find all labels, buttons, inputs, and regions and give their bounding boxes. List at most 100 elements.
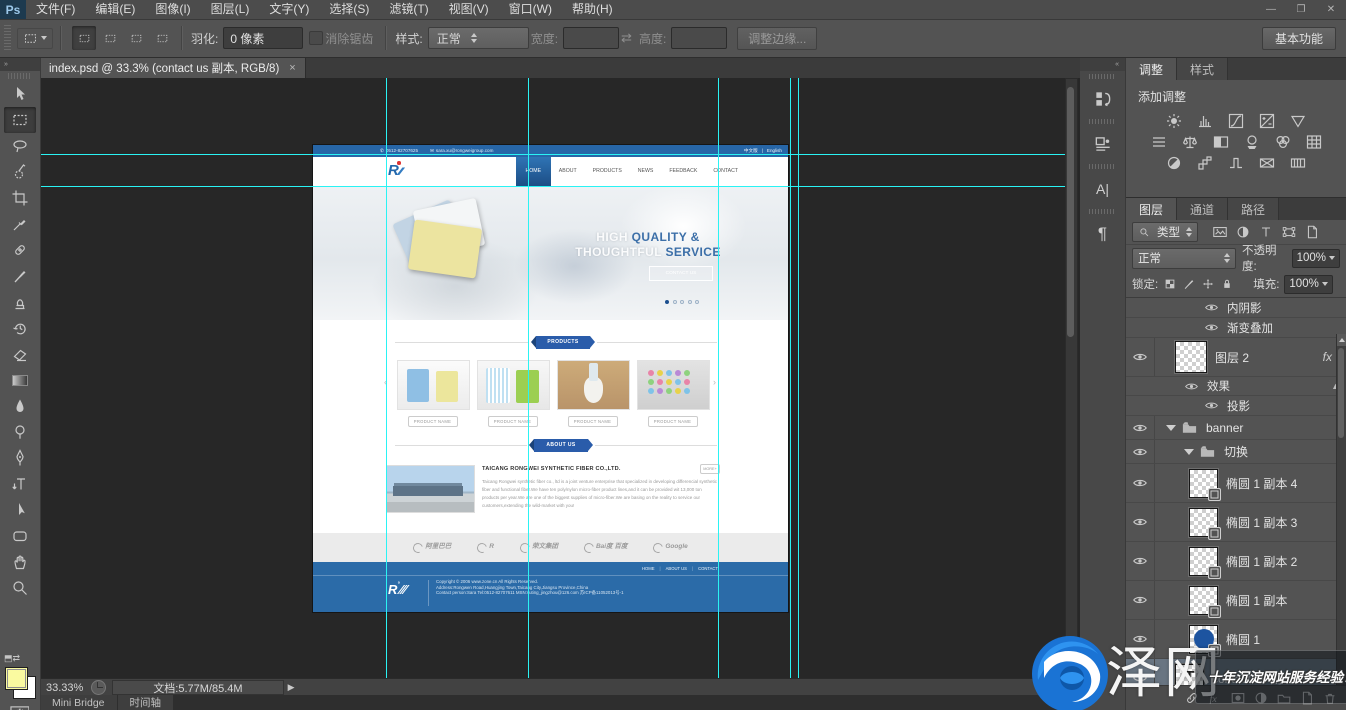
about-more-button[interactable]: MORE+ — [700, 464, 720, 474]
banner-contact-button[interactable]: CONTACT US — [649, 266, 713, 281]
fx-badge[interactable]: fx — [1323, 350, 1332, 364]
history-brush-tool[interactable] — [4, 315, 36, 341]
crop-tool[interactable] — [4, 185, 36, 211]
blend-mode-dropdown[interactable]: 正常 — [1132, 248, 1236, 269]
lock-cross4-button[interactable] — [1201, 277, 1215, 291]
adjustment-bw-button[interactable] — [1210, 133, 1232, 151]
feather-input[interactable]: 0 像素 — [223, 27, 303, 49]
document-canvas[interactable]: ✆ 0512-82707625 ✉ sara.xu@rongweigroup.c… — [313, 145, 788, 612]
site-nav-item[interactable]: NEWS — [630, 168, 662, 175]
filter-T-button[interactable] — [1258, 224, 1274, 240]
history-panel-icon[interactable] — [1080, 82, 1125, 116]
site-nav-item[interactable]: FEEDBACK — [661, 168, 705, 175]
layers-footer-page-button[interactable] — [1299, 690, 1315, 706]
layer-effects-header[interactable]: 效果 ▲ — [1126, 377, 1346, 396]
visibility-toggle[interactable] — [1126, 464, 1155, 502]
layer-row[interactable]: 椭圆 1 — [1126, 620, 1346, 659]
guide-horizontal[interactable] — [40, 186, 1065, 187]
adjustment-invert-button[interactable] — [1163, 154, 1185, 172]
layer-row[interactable]: 椭圆 1 副本 4 — [1126, 464, 1346, 503]
tools-collapse-icon[interactable]: » — [0, 58, 40, 71]
menu-选择(S)[interactable]: 选择(S) — [319, 0, 379, 19]
menu-滤镜(T)[interactable]: 滤镜(T) — [379, 0, 438, 19]
move-tool[interactable] — [4, 81, 36, 107]
character-panel-icon[interactable]: A| — [1080, 172, 1125, 206]
menu-文字(Y)[interactable]: 文字(Y) — [259, 0, 319, 19]
lock-lock-button[interactable] — [1220, 277, 1234, 291]
guide-vertical[interactable] — [798, 78, 799, 678]
banner-dot[interactable] — [665, 300, 669, 304]
swap-dimensions-icon[interactable]: ⇄ — [621, 30, 632, 46]
product-card[interactable]: PRODUCT NAME — [477, 360, 548, 427]
visibility-toggle[interactable] — [1126, 542, 1155, 580]
menu-编辑(E)[interactable]: 编辑(E) — [85, 0, 145, 19]
opacity-value[interactable]: 100% — [1292, 249, 1340, 268]
adjustment-channelmixer-button[interactable] — [1272, 133, 1294, 151]
layer-effect-row[interactable]: 投影 — [1126, 396, 1346, 416]
layer-thumbnail[interactable]: T — [1175, 664, 1204, 686]
menu-窗口(W)[interactable]: 窗口(W) — [499, 0, 562, 19]
foreground-color-swatch[interactable] — [5, 667, 28, 690]
layer-row-selected[interactable]: T contact us 副本 — [1126, 659, 1346, 685]
menu-图层(L)[interactable]: 图层(L) — [201, 0, 260, 19]
selection-combine-button[interactable] — [150, 26, 174, 50]
adjustment-curves-button[interactable] — [1225, 112, 1247, 130]
layers-scrollbar[interactable] — [1336, 334, 1346, 685]
brush-tool[interactable] — [4, 263, 36, 289]
layers-footer-link-button[interactable] — [1184, 690, 1200, 706]
site-nav-home[interactable]: HOME — [516, 157, 551, 186]
group-caret-icon[interactable] — [1166, 425, 1176, 431]
guide-vertical[interactable] — [386, 78, 387, 678]
guide-horizontal[interactable] — [40, 154, 1065, 155]
tab-样式[interactable]: 样式 — [1177, 58, 1228, 80]
layer-thumbnail[interactable] — [1175, 341, 1207, 373]
dock-collapse-icon[interactable]: « — [1080, 58, 1125, 71]
visibility-toggle[interactable] — [1126, 503, 1155, 541]
zoom-tool[interactable] — [4, 575, 36, 601]
restore-icon[interactable]: ❐ — [1286, 0, 1316, 19]
adjustment-vibrance-button[interactable] — [1287, 112, 1309, 130]
layers-footer-adj-button[interactable] — [1253, 690, 1269, 706]
fill-value[interactable]: 100% — [1284, 275, 1332, 294]
selection-combine-button[interactable] — [124, 26, 148, 50]
eraser-tool[interactable] — [4, 341, 36, 367]
swap-colors-icon[interactable]: ⬒⇄ — [4, 653, 20, 664]
hand-tool[interactable] — [4, 549, 36, 575]
guide-vertical[interactable] — [528, 78, 529, 678]
lock-checkersm-button[interactable] — [1163, 277, 1177, 291]
layer-effect-row[interactable]: 渐变叠加 — [1126, 318, 1346, 338]
adjustment-threshold-button[interactable] — [1225, 154, 1247, 172]
tab-图层[interactable]: 图层 — [1126, 198, 1177, 220]
filter-shapeF-button[interactable] — [1281, 224, 1297, 240]
layer-group-row[interactable]: banner — [1126, 416, 1346, 440]
menu-图像(I)[interactable]: 图像(I) — [145, 0, 200, 19]
product-name-button[interactable]: PRODUCT NAME — [408, 416, 458, 427]
type-tool[interactable] — [4, 471, 36, 497]
lasso-tool[interactable] — [4, 133, 36, 159]
layer-row[interactable]: 图层 2fx — [1126, 338, 1346, 377]
menu-帮助(H)[interactable]: 帮助(H) — [562, 0, 623, 19]
footer-link[interactable]: HOME — [642, 566, 655, 571]
canvas-viewport[interactable]: ✆ 0512-82707625 ✉ sara.xu@rongweigroup.c… — [40, 78, 1080, 678]
canvas-vertical-scrollbar[interactable] — [1065, 78, 1078, 676]
minimize-icon[interactable]: — — [1256, 0, 1286, 19]
gradient-tool[interactable] — [4, 367, 36, 393]
layer-thumbnail[interactable] — [1189, 625, 1218, 654]
style-dropdown[interactable]: 正常 — [428, 27, 529, 49]
layer-group-row[interactable]: 切换 — [1126, 440, 1346, 464]
zoom-level[interactable]: 33.33% — [40, 682, 91, 694]
status-flyout-icon[interactable]: ▶ — [288, 682, 295, 693]
layer-row[interactable]: 椭圆 1 副本 2 — [1126, 542, 1346, 581]
bottom-tab-Mini Bridge[interactable]: Mini Bridge — [40, 695, 117, 710]
footer-link[interactable]: ABOUT US — [666, 566, 687, 571]
filter-adj-button[interactable] — [1235, 224, 1251, 240]
carousel-next-icon[interactable]: › — [713, 377, 716, 388]
adjustment-brightness-button[interactable] — [1163, 112, 1185, 130]
paragraph-panel-icon[interactable]: ¶ — [1080, 217, 1125, 251]
selection-combine-button[interactable] — [98, 26, 122, 50]
quick-mask-button[interactable] — [9, 705, 29, 710]
selection-combine-button[interactable] — [72, 26, 96, 50]
adjustment-posterize-button[interactable] — [1194, 154, 1216, 172]
banner-dot[interactable] — [695, 300, 699, 304]
pen-tool[interactable] — [4, 445, 36, 471]
